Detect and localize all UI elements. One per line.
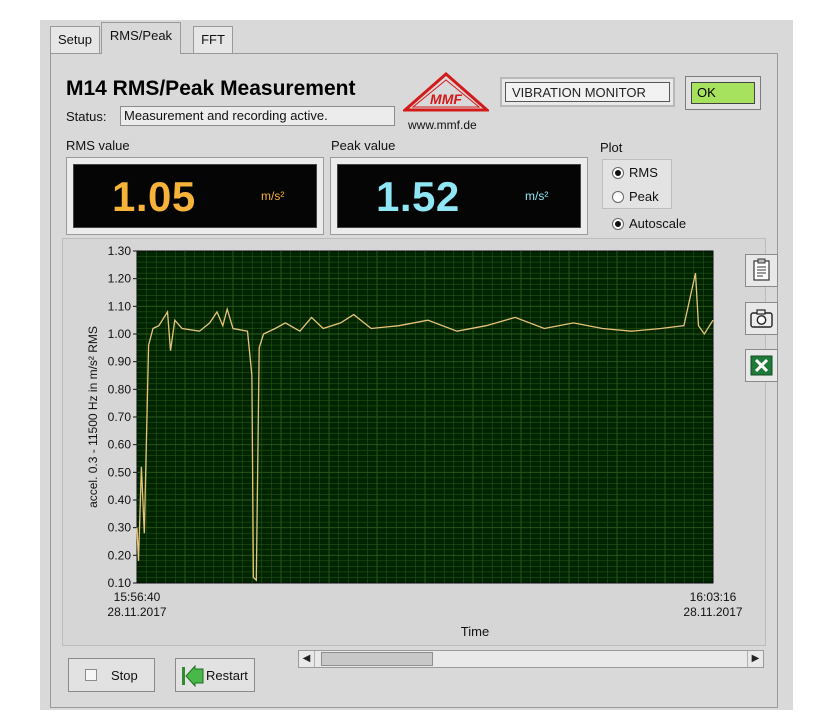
excel-icon	[750, 355, 773, 376]
plot-label: Plot	[600, 140, 623, 155]
stop-label: Stop	[111, 668, 138, 683]
graph-container: 0.10 0.20 0.30 0.40 0.50 0.60 0.70 0.80 0.90 1.00…	[62, 238, 778, 647]
y-tick-label: 0.50	[108, 465, 132, 479]
peak-unit: m/s²	[525, 189, 549, 203]
y-axis-label: accel. 0.3 - 11500 Hz in m/s² RMS	[86, 326, 100, 508]
ok-button[interactable]: OK	[685, 76, 761, 110]
plot-peak-label: Peak	[629, 189, 659, 204]
stop-button[interactable]: Stop	[68, 658, 155, 692]
y-tick-label: 0.20	[108, 548, 132, 562]
rms-value-display: 1.05 m/s²	[66, 157, 324, 235]
page-title: M14 RMS/Peak Measurement	[66, 77, 356, 100]
y-tick-label: 0.60	[108, 438, 132, 452]
ok-button-label: OK	[691, 82, 755, 104]
logo-text: MMF	[430, 91, 462, 107]
status-field: Measurement and recording active.	[120, 106, 395, 126]
tab-rms-peak[interactable]: RMS/Peak	[101, 22, 181, 54]
y-tick-label: 1.00	[108, 327, 132, 341]
radio-dot	[612, 191, 624, 203]
peak-value: 1.52	[376, 173, 460, 220]
rms-value-label: RMS value	[66, 138, 130, 153]
plot-rms-radio[interactable]: RMS	[612, 164, 722, 182]
application-window: Setup RMS/Peak FFT M14 RMS/Peak Measurem…	[40, 20, 793, 710]
plot-rms-label: RMS	[629, 165, 658, 180]
tab-setup[interactable]: Setup	[50, 26, 100, 53]
rms-chart[interactable]: 0.10 0.20 0.30 0.40 0.50 0.60 0.70 0.80 0.90 1.00…	[63, 239, 767, 647]
x-start-date: 28.11.2017	[107, 605, 166, 619]
snapshot-button[interactable]	[745, 302, 778, 335]
y-tick-label: 0.80	[108, 382, 132, 396]
chart-horizontal-scrollbar[interactable]: ◀ ▶	[298, 650, 764, 668]
y-tick-label: 0.10	[108, 576, 132, 590]
y-tick-label: 1.30	[108, 244, 132, 258]
scroll-left-arrow-icon[interactable]: ◀	[299, 651, 315, 667]
status-label: Status:	[66, 109, 107, 124]
y-tick-label: 0.40	[108, 493, 132, 507]
rms-value: 1.05	[112, 173, 196, 220]
copy-to-clipboard-button[interactable]	[745, 254, 778, 287]
y-axis-ticks: 0.10 0.20 0.30 0.40 0.50 0.60 0.70 0.80 0.90 1.00…	[108, 244, 137, 590]
radio-dot	[612, 218, 624, 230]
y-tick-label: 0.30	[108, 521, 132, 535]
stop-checkbox-icon	[85, 669, 97, 681]
logo-url: www.mmf.de	[408, 118, 477, 132]
restart-arrow-icon	[182, 665, 204, 687]
peak-value-label: Peak value	[331, 138, 396, 153]
autoscale-radio[interactable]: Autoscale	[612, 215, 722, 233]
y-tick-label: 1.20	[108, 272, 132, 286]
device-name: VIBRATION MONITOR	[505, 82, 670, 102]
y-tick-label: 0.70	[108, 410, 132, 424]
x-start-time: 15:56:40	[114, 590, 161, 604]
export-excel-button[interactable]	[745, 349, 778, 382]
device-name-display: VIBRATION MONITOR	[500, 77, 675, 107]
mmf-logo: MMF	[403, 72, 489, 112]
x-axis-label: Time	[461, 624, 489, 639]
grid-lines	[137, 251, 713, 583]
x-end-date: 28.11.2017	[683, 605, 742, 619]
scrollbar-thumb[interactable]	[321, 652, 433, 666]
tab-fft[interactable]: FFT	[193, 26, 233, 53]
radio-dot	[612, 167, 624, 179]
peak-value-display: 1.52 m/s²	[330, 157, 588, 235]
clipboard-icon	[753, 258, 770, 281]
rms-unit: m/s²	[261, 189, 285, 203]
camera-icon	[750, 309, 773, 328]
autoscale-label: Autoscale	[629, 216, 687, 231]
restart-button[interactable]: Restart	[175, 658, 255, 692]
y-tick-label: 0.90	[108, 355, 132, 369]
restart-label: Restart	[206, 668, 248, 683]
x-end-time: 16:03:16	[690, 590, 737, 604]
scroll-right-arrow-icon[interactable]: ▶	[747, 651, 763, 667]
plot-peak-radio[interactable]: Peak	[612, 188, 722, 206]
y-tick-label: 1.10	[108, 299, 132, 313]
